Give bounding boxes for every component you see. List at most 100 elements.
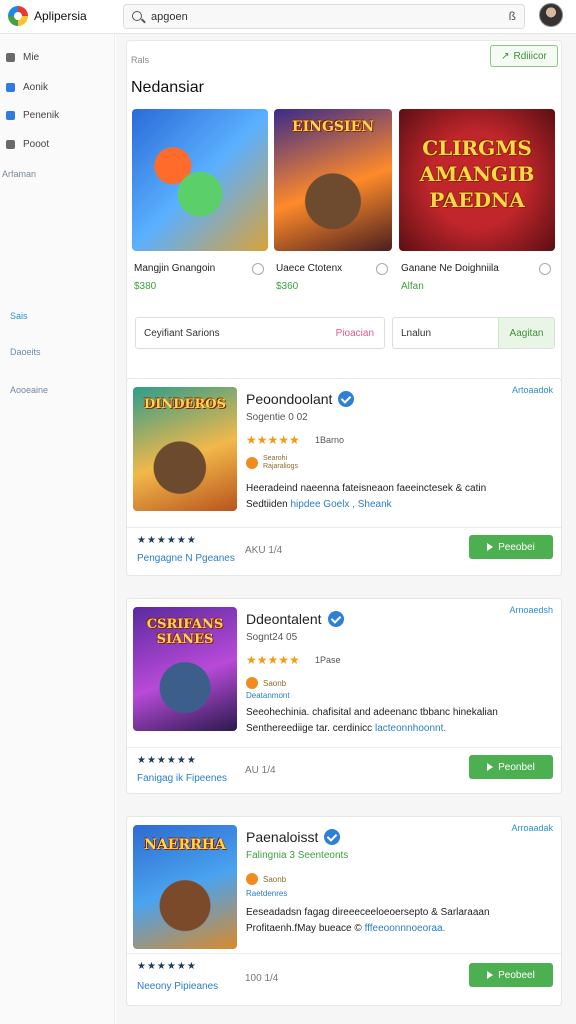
filter-value: Pioacian <box>335 328 374 339</box>
review-stars: ★★★★★★ <box>137 755 197 766</box>
badge-icon <box>246 873 258 885</box>
search-input[interactable] <box>151 9 491 25</box>
filter-apply-group: Lnalun Aagitan <box>392 317 555 349</box>
divider <box>127 953 561 954</box>
home-icon <box>6 52 15 62</box>
featured-price: $360 <box>276 281 299 292</box>
verified-icon <box>324 829 341 845</box>
top-action-button[interactable]: ↗ Rdiiicor <box>490 45 558 67</box>
apply-button[interactable]: Aagitan <box>498 318 554 348</box>
play-icon <box>487 763 494 771</box>
app-subtitle: Sogentie 0 02 <box>246 412 308 423</box>
sidebar-item-pooot[interactable]: Pooot <box>6 135 49 153</box>
star-rating: ★★★★★ <box>246 433 300 447</box>
review-stars: ★★★★★★ <box>137 961 197 972</box>
game-art-image: EINGSIEN <box>274 109 392 251</box>
app-card[interactable]: DINDEROS Peoondoolant Sogentie 0 02 ★★★★… <box>126 378 562 576</box>
app-name: Aplipersia <box>34 9 87 23</box>
section-title: Nedansiar <box>131 79 204 96</box>
size-text: AKU 1/4 <box>245 545 283 556</box>
sidebar-item-label: Mie <box>23 51 40 63</box>
app-subtitle: Sognt24 05 <box>246 632 298 643</box>
info-icon[interactable] <box>376 263 388 275</box>
app-card[interactable]: CSRIFANS SIANES Ddeontalent Sognt24 05 ★… <box>126 598 562 794</box>
review-text[interactable]: Fanigag ik Fipeenes <box>137 773 227 784</box>
description-link[interactable]: hipdee Goelx , Sheank <box>290 499 391 510</box>
featured-title: Mangjin Gnangoin <box>134 263 216 274</box>
sidebar-section-label: Arfaman <box>2 169 37 179</box>
rating-count: 1Barno <box>315 435 345 445</box>
breadcrumb[interactable]: Rals <box>131 55 149 65</box>
star-rating: ★★★★★ <box>246 653 300 667</box>
app-description: Seeohechinia. chafisital and adeenanc tb… <box>246 707 498 734</box>
sidebar-item-label: Pooot <box>23 138 50 150</box>
sidebar-item-home[interactable]: Mie <box>6 48 39 66</box>
divider <box>127 527 561 528</box>
top-bar: Aplipersia ß <box>0 0 576 34</box>
art-title: EINGSIEN <box>291 119 375 135</box>
sidebar-link-sais[interactable]: Sais <box>10 311 28 321</box>
game-icon-image: NAERRHA <box>133 825 237 949</box>
rating-count: 1Pase <box>315 655 341 665</box>
featured-price: Alfan <box>401 281 424 292</box>
install-button[interactable]: Peeobei <box>469 535 553 559</box>
review-stars: ★★★★★★ <box>137 535 197 546</box>
play-icon <box>487 971 494 979</box>
card-top-link[interactable]: Artoaadok <box>512 385 553 395</box>
featured-item[interactable]: Mangjin Gnangoin $380 <box>132 109 268 292</box>
filter-dropdown[interactable]: Ceyifiant Sarions Pioacian <box>135 317 385 349</box>
sidebar: Mie Aonik Penenik Pooot Arfaman Sais Dao… <box>0 34 115 1024</box>
featured-item[interactable]: EINGSIEN Uaece Ctotenx $360 <box>274 109 392 292</box>
app-description: Eeseadadsn fagag direeeceeloeoersepto & … <box>246 907 490 934</box>
filter-label: Lnalun <box>401 328 432 339</box>
review-text[interactable]: Pengagne N Pgeanes <box>137 553 235 564</box>
card-top-link[interactable]: Arroaadak <box>511 823 553 833</box>
badge-text: Searohi Rajaraliogs <box>263 455 299 470</box>
verified-icon <box>338 391 355 407</box>
art-title: CLIRGMS AMANGIB PAEDNA <box>419 136 535 212</box>
sidebar-item-apps[interactable]: Aonik <box>6 78 48 96</box>
game-icon-image: DINDEROS <box>133 387 237 511</box>
featured-item[interactable]: CLIRGMS AMANGIB PAEDNA Ganane Ne Doighni… <box>399 109 555 292</box>
card-top-link[interactable]: Arnoaedsh <box>509 605 553 615</box>
app-logo-icon[interactable] <box>8 6 28 26</box>
app-title: Peoondoolant <box>246 391 355 407</box>
apps-icon <box>6 82 15 92</box>
divider <box>127 747 561 748</box>
bookmark-icon <box>6 110 15 120</box>
art-title: CSRIFANS SIANES <box>146 617 224 647</box>
app-card[interactable]: NAERRHA Paenaloisst Falingnia 3 Seenteon… <box>126 816 562 1006</box>
size-text: AU 1/4 <box>245 765 276 776</box>
featured-panel: Rals ↗ Rdiiicor Nedansiar Mangjin Gnango… <box>126 40 562 392</box>
install-button[interactable]: Peonbel <box>469 755 553 779</box>
size-text: 100 1/4 <box>245 973 279 984</box>
folder-icon <box>6 139 15 149</box>
sidebar-item-label: Aonik <box>23 81 49 93</box>
app-title: Paenaloisst <box>246 829 341 845</box>
badge-text: Saonb <box>263 875 287 884</box>
badge-icon <box>246 457 258 469</box>
clear-search-icon[interactable]: ß <box>509 9 516 23</box>
sidebar-link-aooeaine[interactable]: Aooeaine <box>10 385 48 395</box>
sidebar-item-penenik[interactable]: Penenik <box>6 106 59 124</box>
badge-text: Saonb <box>263 679 287 688</box>
app-subtitle: Falingnia 3 Seenteonts <box>246 850 349 861</box>
description-link[interactable]: lacteonnhoonnt. <box>375 723 446 734</box>
featured-title: Uaece Ctotenx <box>276 263 343 274</box>
install-button[interactable]: Peobeel <box>469 963 553 987</box>
sidebar-link-daoeits[interactable]: Daoeits <box>10 347 41 357</box>
avatar[interactable] <box>539 3 563 27</box>
review-text[interactable]: Neeony Pipieanes <box>137 981 218 992</box>
search-icon <box>132 11 142 21</box>
game-art-image <box>132 109 268 251</box>
badge-subtext: Deatanmont <box>246 691 290 700</box>
verified-icon <box>327 611 344 627</box>
info-icon[interactable] <box>539 263 551 275</box>
description-link[interactable]: fffeeoonnnoeoraa. <box>365 923 446 934</box>
arrow-icon: ↗ <box>501 50 510 62</box>
info-icon[interactable] <box>252 263 264 275</box>
search-bar[interactable]: ß <box>123 4 525 29</box>
featured-title: Ganane Ne Doighniila <box>401 263 499 274</box>
featured-price: $380 <box>134 281 157 292</box>
art-title: DINDEROS <box>144 397 226 412</box>
